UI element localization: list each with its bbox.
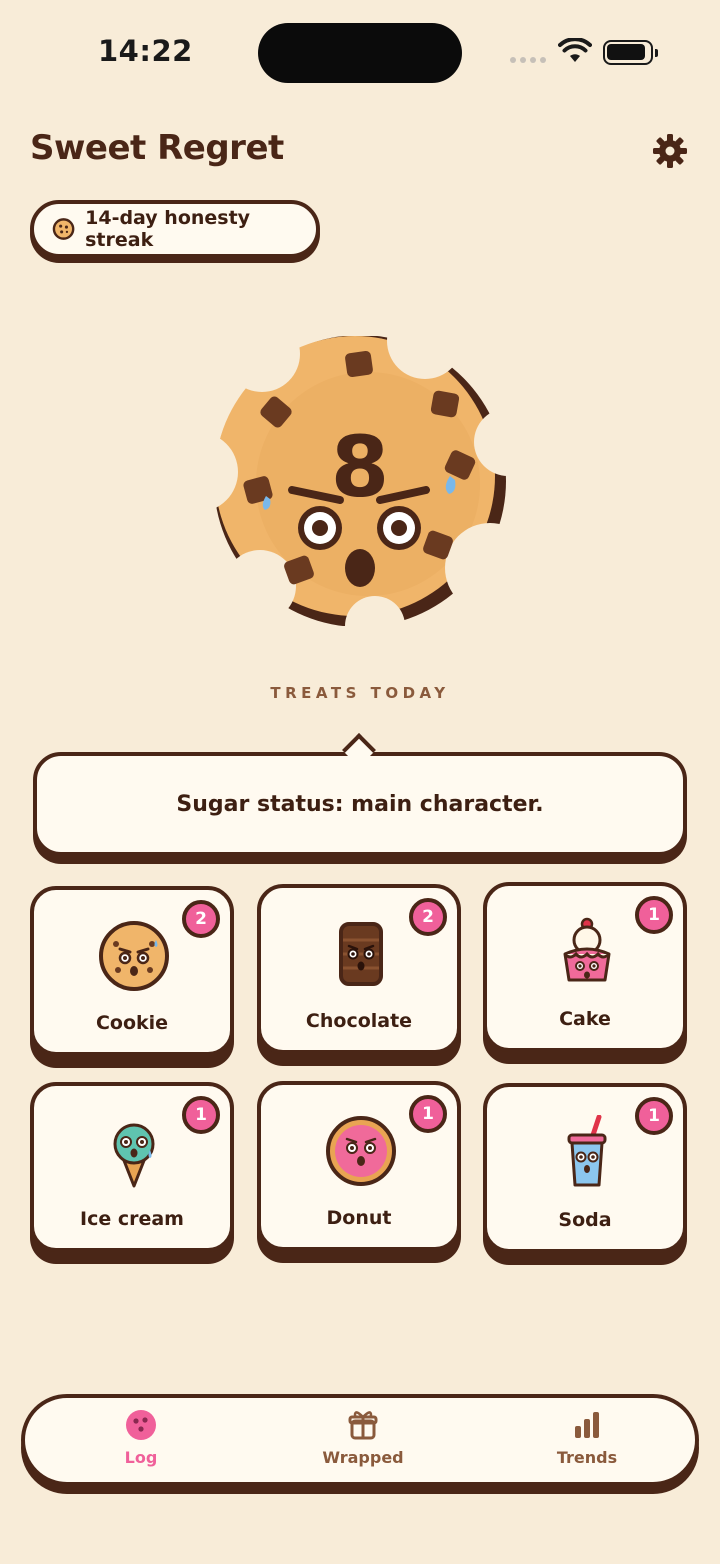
cookie-icon [52, 218, 75, 240]
count-badge: 1 [635, 1097, 673, 1135]
treat-tile-donut[interactable]: Donut 1 [257, 1081, 461, 1251]
tile-label: Cake [559, 1008, 611, 1030]
ice-cream-icon [113, 1123, 155, 1188]
gift-icon [348, 1411, 378, 1440]
tile-label: Ice cream [80, 1208, 184, 1230]
battery-icon [603, 40, 658, 65]
chocolate-icon [339, 922, 383, 986]
nav-wrapped[interactable]: Wrapped [293, 1408, 433, 1478]
status-time: 14:22 [98, 34, 193, 68]
treats-today-label: TREATS TODAY [270, 684, 450, 702]
treat-tile-cake[interactable]: Cake 1 [483, 882, 687, 1052]
count-badge: 1 [635, 896, 673, 934]
count-badge: 2 [182, 900, 220, 938]
count-badge: 2 [409, 898, 447, 936]
cookie-mascot[interactable]: 8 [200, 336, 520, 626]
signal-dots-icon [510, 57, 546, 63]
treat-tile-cookie[interactable]: Cookie 2 [30, 886, 234, 1056]
cake-icon [563, 917, 611, 982]
log-icon [126, 1410, 156, 1440]
count-badge: 1 [409, 1095, 447, 1133]
nav-log[interactable]: Log [71, 1408, 211, 1478]
treat-tile-ice-cream[interactable]: Ice cream 1 [30, 1082, 234, 1252]
honesty-streak-badge[interactable]: 14-day honesty streak [30, 200, 320, 258]
wifi-icon [558, 38, 592, 62]
cookie-icon [99, 921, 169, 991]
app-title: Sweet Regret [30, 128, 284, 168]
sugar-status-bubble: Sugar status: main character. [33, 752, 687, 856]
count-badge: 1 [182, 1096, 220, 1134]
sugar-status-text: Sugar status: main character. [176, 791, 544, 817]
tile-label: Cookie [95, 1012, 169, 1034]
nav-label: Trends [556, 1448, 618, 1467]
nav-trends[interactable]: Trends [517, 1408, 657, 1478]
gear-icon[interactable] [652, 133, 688, 169]
tile-label: Chocolate [305, 1010, 413, 1032]
bar-chart-icon [575, 1412, 599, 1438]
donut-icon [326, 1116, 396, 1186]
nav-label: Log [124, 1448, 158, 1467]
soda-icon [567, 1115, 607, 1187]
dynamic-island [258, 23, 462, 83]
nav-label: Wrapped [322, 1448, 404, 1467]
streak-label: 14-day honesty streak [85, 207, 251, 251]
tile-label: Donut [326, 1207, 392, 1229]
tile-label: Soda [558, 1209, 612, 1231]
treat-tile-chocolate[interactable]: Chocolate 2 [257, 884, 461, 1054]
treat-tile-soda[interactable]: Soda 1 [483, 1083, 687, 1253]
status-bar: 14:22 [0, 0, 720, 110]
bottom-nav: Log Wrapped Trends [21, 1394, 699, 1486]
